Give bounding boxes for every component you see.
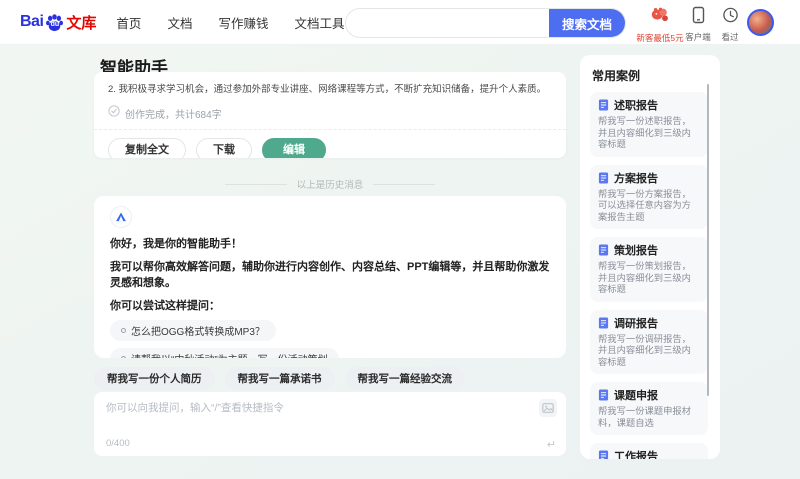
nav-item-doc-tools[interactable]: 文档工具	[294, 13, 344, 32]
assistant-greeting-card: 你好，我是你的智能助手！ 我可以帮你高效解答问题，辅助你进行内容创作、内容总结、…	[94, 196, 566, 358]
assistant-avatar	[110, 206, 132, 228]
app-window: Bai du 文库 首页 文档 写作赚钱 文档工具 搜索文档 新客最低5元 客户…	[0, 0, 800, 479]
history-divider-text: 以上是历史消息	[296, 180, 364, 191]
upload-image-button[interactable]	[539, 399, 557, 417]
viewed-label: 看过	[721, 32, 739, 42]
case-item-gongzuo-report[interactable]: 工作报告 帮我写一份工作报告，工作类型随机	[590, 443, 708, 459]
promo-mascot-icon	[650, 6, 670, 30]
baidu-wenku-logo[interactable]: Bai du 文库	[20, 12, 96, 33]
mobile-client-icon	[691, 6, 706, 29]
logo-text-wenku: 文库	[66, 14, 97, 32]
case-item-diaoyan-report[interactable]: 调研报告 帮我写一份调研报告，并且内容细化到三级内容标题	[590, 309, 708, 374]
greeting-line-3: 你可以尝试这样提问：	[110, 300, 220, 312]
history-divider: 以上是历史消息	[94, 177, 566, 191]
download-button[interactable]: 下载	[196, 138, 252, 158]
generation-status-row: 创作完成，共计684字	[108, 104, 552, 122]
divider-line-right	[373, 183, 436, 185]
suggestion-text: 怎么把OGG格式转换成MP3？	[131, 327, 265, 338]
case-desc: 帮我写一份方案报告，可以选择任意内容为方案报告主题	[598, 188, 691, 222]
user-avatar[interactable]	[747, 9, 774, 36]
suggestion-chip-midautumn-plan[interactable]: 请帮我以“中秋活动”为主题，写一份活动策划	[110, 348, 339, 358]
char-counter: 0/400	[106, 438, 130, 449]
message-composer: 0/400 ↵	[94, 392, 566, 456]
case-item-shuzhi-report[interactable]: 述职报告 帮我写一份述职报告，并且内容细化到三级内容标题	[590, 92, 708, 157]
document-icon	[598, 389, 609, 401]
case-item-keti-shenbao[interactable]: 课题申报 帮我写一份课题申报材料，课题自选	[590, 382, 708, 435]
edit-button[interactable]: 编辑	[262, 138, 326, 158]
quick-prompt-experience[interactable]: 帮我写一篇经验交流	[344, 367, 465, 390]
wenku-triangle-logo-icon	[116, 212, 126, 222]
case-item-fangan-report[interactable]: 方案报告 帮我写一份方案报告，可以选择任意内容为方案报告主题	[590, 164, 708, 229]
common-cases-panel: 常用案例 述职报告 帮我写一份述职报告，并且内容细化到三级内容标题 方案报告 帮…	[580, 55, 720, 459]
suggestion-list: 怎么把OGG格式转换成MP3？ 请帮我以“中秋活动”为主题，写一份活动策划 请辅…	[110, 313, 550, 358]
composer-input[interactable]	[106, 400, 526, 430]
case-title: 调研报告	[614, 317, 658, 330]
greeting-line-2: 我可以帮你高效解答问题，辅助你进行内容创作、内容总结、PPT编辑等，并且帮助你激…	[110, 261, 550, 289]
case-desc: 帮我写一份调研报告，并且内容细化到三级内容标题	[598, 333, 691, 367]
nav-item-write-earn[interactable]: 写作赚钱	[218, 13, 268, 32]
document-icon	[598, 99, 609, 111]
case-desc: 帮我写一份述职报告，并且内容细化到三级内容标题	[598, 116, 691, 149]
case-desc: 帮我写一份课题申报材料，课题自选	[598, 406, 691, 428]
case-title: 工作报告	[614, 451, 658, 459]
logo-text-du: du	[50, 20, 60, 28]
case-title: 策划报告	[614, 245, 658, 257]
check-circle-icon	[108, 104, 120, 122]
bullet-circle-icon	[121, 356, 126, 358]
document-icon	[598, 450, 609, 459]
case-item-cehua-report[interactable]: 策划报告 帮我写一份策划报告，并且内容细化到三级内容标题	[590, 237, 708, 302]
search-bar: 搜索文档	[345, 8, 626, 38]
baidu-paw-icon: du	[44, 12, 65, 33]
result-excerpt-text: 2. 我积极寻求学习机会，通过参加外部专业讲座、网络课程等方式，不断扩充知识储备…	[108, 84, 547, 95]
document-icon	[598, 172, 609, 183]
suggestion-text: 请帮我以“中秋活动”为主题，写一份活动策划	[131, 351, 328, 358]
result-separator	[94, 129, 566, 130]
enter-key-icon: ↵	[546, 439, 556, 451]
top-header: Bai du 文库 首页 文档 写作赚钱 文档工具 搜索文档 新客最低5元 客户…	[0, 0, 800, 45]
divider-line-left	[224, 183, 287, 185]
nav-item-docs[interactable]: 文档	[167, 13, 192, 32]
case-desc: 帮我写一份策划报告，并且内容细化到三级内容标题	[598, 261, 691, 294]
client-label: 客户端	[685, 32, 711, 42]
generation-status-text: 创作完成，共计684字	[125, 109, 222, 121]
case-title: 方案报告	[614, 172, 658, 185]
common-cases-title: 常用案例	[592, 69, 641, 83]
copy-full-text-button[interactable]: 复制全文	[108, 138, 186, 158]
search-input[interactable]	[346, 9, 549, 37]
case-title: 课题申报	[614, 390, 658, 402]
sidebar-scrollbar[interactable]	[707, 84, 709, 396]
nav-item-home[interactable]: 首页	[116, 13, 141, 32]
bullet-circle-icon	[121, 328, 126, 333]
quick-prompt-commitment[interactable]: 帮我写一篇承诺书	[224, 367, 335, 390]
document-icon	[598, 244, 609, 256]
document-icon	[598, 317, 609, 328]
suggestion-chip-ogg-mp3[interactable]: 怎么把OGG格式转换成MP3？	[110, 320, 276, 341]
history-clock-icon	[722, 6, 739, 29]
greeting-line-1: 你好，我是你的智能助手！	[110, 238, 242, 250]
viewed-entry[interactable]: 看过	[708, 6, 752, 43]
quick-prompt-row: 帮我写一份个人简历 帮我写一篇承诺书 帮我写一篇经验交流	[94, 367, 465, 390]
generation-result-card: 2. 我积极寻求学习机会，通过参加外部专业讲座、网络课程等方式，不断扩充知识储备…	[94, 72, 566, 158]
logo-text-bai: Bai	[20, 13, 44, 30]
image-icon	[542, 403, 554, 413]
search-button[interactable]: 搜索文档	[549, 9, 625, 37]
case-title: 述职报告	[614, 100, 658, 112]
quick-prompt-resume[interactable]: 帮我写一份个人简历	[94, 367, 215, 390]
result-actions: 复制全文 下载 编辑	[108, 138, 552, 158]
